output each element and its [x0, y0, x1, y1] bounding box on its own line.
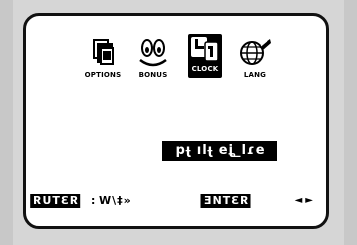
- menu-label-bonus: BONUS: [138, 71, 168, 79]
- clock-icon: CLOCK: [188, 34, 222, 78]
- menu-label-lang: LANG: [243, 71, 267, 79]
- footer-bar: ЯЗTUЯ : «‡/W ЯЗTИE ◄►: [28, 193, 318, 209]
- right-frame: [344, 0, 357, 245]
- back-symbol: «‡/W: [98, 194, 131, 207]
- retine-key-label: ЯЗTИE: [201, 194, 251, 208]
- icon-menu: OPTIONS BONUS CLOCK LANG: [78, 34, 298, 97]
- left-frame: [0, 0, 13, 245]
- footer-separator: :: [90, 194, 96, 207]
- nav-arrows-icon: ◄►: [294, 195, 316, 206]
- bonus-icon: [135, 37, 171, 69]
- lang-icon: [237, 37, 273, 69]
- options-icon: [85, 37, 121, 69]
- menu-label-clock: CLOCK: [191, 65, 219, 73]
- selected-item-name: ɘɿl_ʝɘ ɟlı ɟq: [162, 141, 277, 161]
- menu-item-options[interactable]: OPTIONS: [78, 37, 128, 79]
- menu-item-clock[interactable]: CLOCK: [180, 34, 230, 78]
- return-key-label: ЯЗTUЯ: [30, 194, 81, 208]
- menu-label-options: OPTIONS: [84, 71, 122, 79]
- menu-item-lang[interactable]: LANG: [230, 37, 280, 79]
- menu-item-bonus[interactable]: BONUS: [128, 37, 178, 79]
